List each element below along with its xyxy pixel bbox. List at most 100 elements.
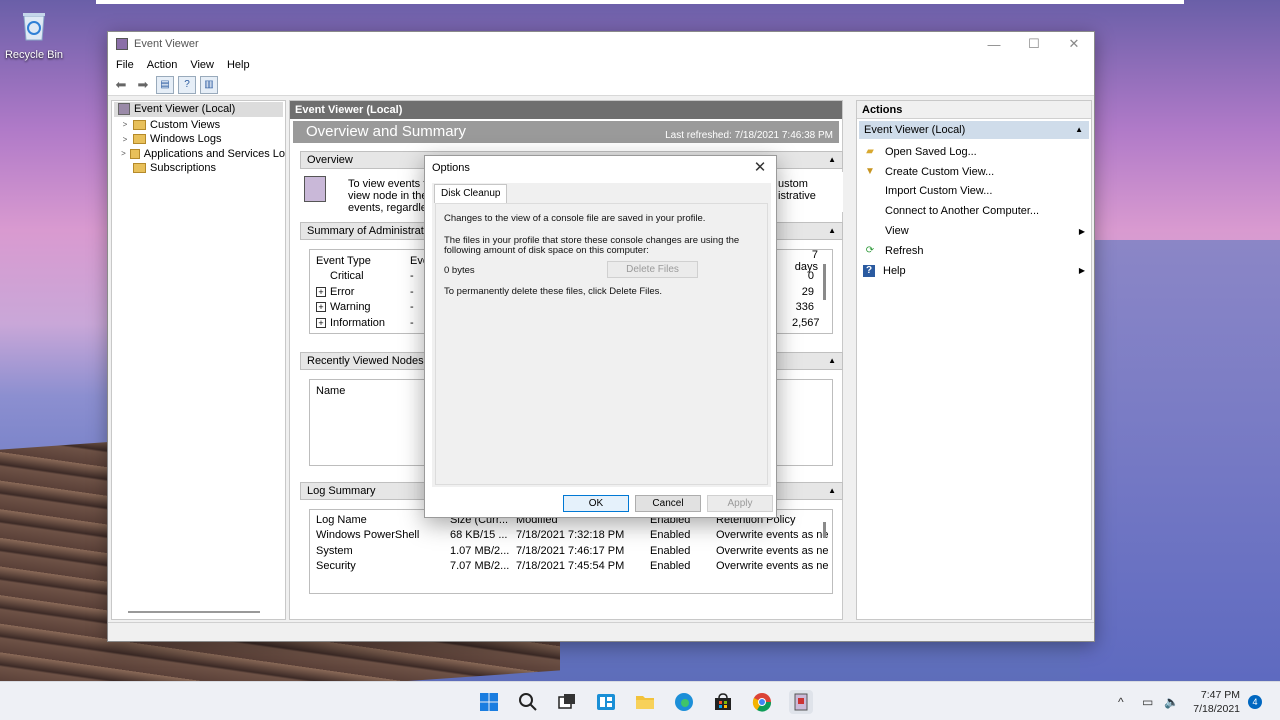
action-label: Connect to Another Computer...: [885, 205, 1040, 218]
action-open-saved-log[interactable]: ▰ Open Saved Log...: [857, 142, 1091, 162]
expand-arrow-icon[interactable]: >: [120, 149, 127, 158]
expand-arrow-icon[interactable]: >: [120, 120, 130, 129]
banner-title: Overview and Summary: [306, 123, 467, 140]
action-label: View: [885, 225, 909, 238]
tree-item-custom-views[interactable]: > Custom Views: [112, 118, 285, 133]
cell: Windows PowerShell: [316, 529, 420, 542]
show-hide-console-tree-icon[interactable]: ▤: [156, 75, 174, 94]
dialog-title-bar[interactable]: Options ✕: [425, 156, 776, 180]
section-title: Recently Viewed Nodes: [307, 355, 424, 367]
apply-button[interactable]: Apply: [707, 495, 773, 512]
taskbar: ^ ▭ 🔈 7:47 PM 7/18/2021 4: [0, 681, 1280, 720]
tree-item-label: Applications and Services Lo: [143, 147, 285, 160]
collapse-caret-icon[interactable]: ▲: [828, 353, 836, 369]
cancel-button[interactable]: Cancel: [635, 495, 701, 512]
column-header[interactable]: Name: [316, 385, 345, 397]
options-dialog: Options ✕ Disk Cleanup Changes to the vi…: [424, 155, 777, 518]
collapse-caret-icon[interactable]: ▲: [828, 223, 836, 239]
cell: Warning: [330, 301, 371, 314]
file-explorer-icon[interactable]: [633, 690, 657, 714]
forward-arrow-icon[interactable]: ➡: [134, 76, 152, 94]
tree-item-applications-services[interactable]: > Applications and Services Lo: [112, 147, 285, 162]
chrome-icon[interactable]: [750, 690, 774, 714]
action-connect-another-computer[interactable]: Connect to Another Computer...: [857, 201, 1091, 221]
expand-plus-icon[interactable]: +: [316, 317, 326, 328]
show-hide-action-pane-icon[interactable]: ▥: [200, 75, 218, 94]
tree-item-subscriptions[interactable]: Subscriptions: [112, 161, 285, 176]
cell: System: [316, 544, 353, 557]
dialog-close-icon[interactable]: ✕: [748, 156, 772, 180]
overview-text: To view events th: [348, 178, 433, 190]
info-text: Changes to the view of a console file ar…: [444, 213, 706, 224]
cell: Overwrite events as ne: [716, 529, 828, 542]
action-label: Create Custom View...: [885, 165, 995, 178]
actions-header: Actions: [857, 101, 1091, 119]
back-arrow-icon[interactable]: ⬅: [112, 76, 130, 94]
collapse-caret-icon[interactable]: ▲: [1075, 121, 1083, 139]
task-view-icon[interactable]: [555, 690, 579, 714]
title-bar[interactable]: Event Viewer — ☐ ✕: [108, 32, 1094, 56]
menu-bar: File Action View Help: [108, 56, 1094, 74]
folder-icon: [133, 134, 146, 145]
cell: 7.07 MB/2...: [450, 560, 510, 573]
column-header[interactable]: Event Type: [316, 255, 410, 267]
action-label: Refresh: [885, 244, 924, 257]
clock-date: 7/18/2021: [1193, 703, 1240, 715]
actions-section-label: Event Viewer (Local): [864, 124, 966, 136]
expand-plus-icon[interactable]: +: [316, 302, 326, 313]
action-create-custom-view[interactable]: ▼ Create Custom View...: [857, 162, 1091, 182]
volume-icon[interactable]: 🔈: [1164, 682, 1179, 720]
table-row[interactable]: System 1.07 MB/2... 7/18/2021 7:46:17 PM…: [316, 543, 828, 559]
tree-item-event-viewer-local[interactable]: Event Viewer (Local): [114, 102, 283, 117]
close-button[interactable]: ✕: [1054, 32, 1094, 56]
horizontal-scrollbar[interactable]: [128, 611, 260, 613]
action-view[interactable]: View ▶: [857, 221, 1091, 241]
recycle-bin-desktop-icon[interactable]: Recycle Bin: [4, 8, 64, 61]
search-icon[interactable]: [516, 690, 540, 714]
info-text: following amount of disk space on this c…: [444, 245, 649, 256]
collapse-caret-icon[interactable]: ▲: [828, 152, 836, 168]
cell: Security: [316, 560, 356, 573]
start-icon[interactable]: [477, 690, 501, 714]
submenu-arrow-icon: ▶: [1078, 226, 1085, 236]
action-refresh[interactable]: ⟳ Refresh: [857, 241, 1091, 261]
table-row[interactable]: Security 7.07 MB/2... 7/18/2021 7:45:54 …: [316, 559, 828, 575]
show-hidden-icons-chevron-icon[interactable]: ^: [1118, 682, 1124, 720]
collapse-caret-icon[interactable]: ▲: [828, 483, 836, 499]
delete-files-button[interactable]: Delete Files: [607, 261, 698, 278]
cell: 7/18/2021 7:46:17 PM: [516, 544, 625, 557]
cell: Enabled: [650, 529, 691, 542]
action-help[interactable]: ? Help ▶: [857, 261, 1091, 281]
event-viewer-taskbar-icon[interactable]: [789, 690, 813, 714]
widgets-icon[interactable]: [594, 690, 618, 714]
menu-file[interactable]: File: [116, 59, 134, 71]
edge-browser-icon[interactable]: [672, 690, 696, 714]
center-pane-header: Event Viewer (Local): [290, 101, 842, 119]
actions-pane: Actions Event Viewer (Local) ▲ ▰ Open Sa…: [856, 100, 1092, 620]
microsoft-store-icon[interactable]: [711, 690, 735, 714]
menu-action[interactable]: Action: [147, 59, 178, 71]
actions-section-event-viewer[interactable]: Event Viewer (Local) ▲: [859, 121, 1089, 139]
cell: 336: [795, 301, 814, 314]
cell: Overwrite events as ne: [716, 544, 828, 557]
help-icon[interactable]: ?: [178, 75, 196, 94]
table-row[interactable]: Windows PowerShell 68 KB/15 ... 7/18/202…: [316, 528, 828, 544]
action-import-custom-view[interactable]: Import Custom View...: [857, 182, 1091, 202]
system-clock[interactable]: 7:47 PM 7/18/2021: [1193, 688, 1240, 716]
minimize-button[interactable]: —: [974, 32, 1014, 56]
expand-arrow-icon[interactable]: >: [120, 135, 130, 144]
overview-text: view node in the: [348, 190, 428, 202]
tree-item-windows-logs[interactable]: > Windows Logs: [112, 132, 285, 147]
vertical-scrollbar[interactable]: [823, 522, 826, 538]
network-icon[interactable]: ▭: [1142, 682, 1153, 720]
maximize-button[interactable]: ☐: [1014, 32, 1054, 56]
menu-view[interactable]: View: [190, 59, 214, 71]
section-title: Log Summary: [307, 485, 376, 497]
vertical-scrollbar[interactable]: [823, 264, 826, 300]
cell: Overwrite events as ne: [716, 560, 828, 573]
notification-badge[interactable]: 4: [1248, 695, 1262, 709]
expand-plus-icon[interactable]: +: [316, 286, 326, 297]
menu-help[interactable]: Help: [227, 59, 250, 71]
tab-disk-cleanup[interactable]: Disk Cleanup: [434, 184, 508, 203]
ok-button[interactable]: OK: [563, 495, 629, 512]
